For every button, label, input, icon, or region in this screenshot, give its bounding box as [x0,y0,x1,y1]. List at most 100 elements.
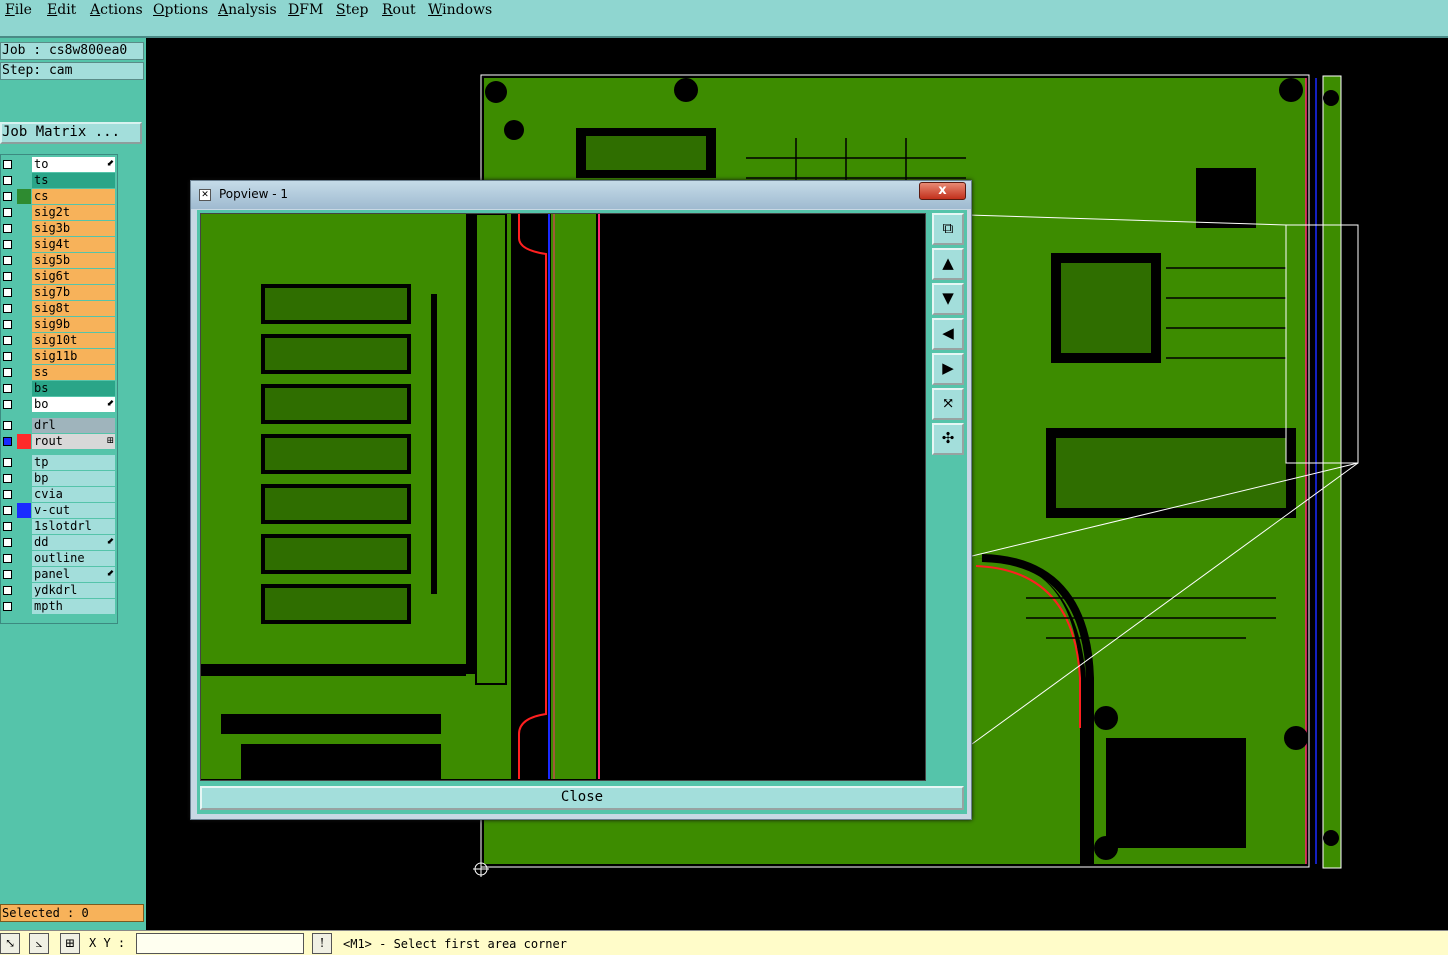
layer-name[interactable]: panel [32,567,115,582]
layer-checkbox[interactable] [3,586,12,595]
layer-color-swatch[interactable] [17,519,31,534]
layer-color-swatch[interactable] [17,221,31,236]
layer-checkbox[interactable] [3,554,12,563]
layer-row-dd[interactable]: dd ⬋ [1,535,117,550]
pan-right-icon[interactable]: ▶ [932,353,964,385]
layer-row-bo[interactable]: bo ⬋ [1,397,117,412]
xy-input[interactable] [136,933,304,954]
layer-name[interactable]: sig2t [32,205,115,220]
layer-color-swatch[interactable] [17,301,31,316]
zoom-area-icon[interactable]: ⤡ [0,933,20,954]
layer-name[interactable]: drl [32,418,115,433]
layer-checkbox[interactable] [3,602,12,611]
layer-name[interactable]: sig3b [32,221,115,236]
layer-name[interactable]: v-cut [32,503,115,518]
layer-row-ss[interactable]: ss [1,365,117,380]
layer-row-bp[interactable]: bp [1,471,117,486]
layer-checkbox[interactable] [3,474,12,483]
zoom-out-icon[interactable]: ✣ [932,423,964,455]
layer-name[interactable]: outline [32,551,115,566]
layer-color-swatch[interactable] [17,253,31,268]
layer-checkbox[interactable] [3,272,12,281]
layer-row-rout[interactable]: rout ⊞ [1,434,117,449]
layer-color-swatch[interactable] [17,157,31,172]
layer-checkbox[interactable] [3,458,12,467]
layer-checkbox[interactable] [3,208,12,217]
menu-rout[interactable]: Rout [382,2,416,18]
layer-checkbox[interactable] [3,522,12,531]
layer-checkbox[interactable] [3,384,12,393]
grid-icon[interactable]: ⊞ [60,933,80,954]
layer-name[interactable]: bo [32,397,115,412]
layer-checkbox[interactable] [3,160,12,169]
layer-name[interactable]: sig6t [32,269,115,284]
layer-color-swatch[interactable] [17,583,31,598]
layer-color-swatch[interactable] [17,418,31,433]
popview-viewport[interactable] [200,213,926,781]
layer-checkbox[interactable] [3,256,12,265]
layer-row-sig7b[interactable]: sig7b [1,285,117,300]
layer-row-ts[interactable]: ts [1,173,117,188]
layer-row-sig10t[interactable]: sig10t [1,333,117,348]
layer-name[interactable]: bp [32,471,115,486]
layer-name[interactable]: cs [32,189,115,204]
layer-row-sig2t[interactable]: sig2t [1,205,117,220]
measure-icon[interactable]: ⦣ [29,933,49,954]
layer-row-v-cut[interactable]: v-cut [1,503,117,518]
layer-color-swatch[interactable] [17,285,31,300]
layer-color-swatch[interactable] [17,237,31,252]
layer-color-swatch[interactable] [17,349,31,364]
layer-checkbox[interactable] [3,368,12,377]
zoom-home-icon[interactable]: ⧉ [932,213,964,245]
layer-row-cs[interactable]: cs [1,189,117,204]
layer-color-swatch[interactable] [17,365,31,380]
layer-checkbox[interactable] [3,352,12,361]
layer-name[interactable]: ts [32,173,115,188]
layer-row-sig8t[interactable]: sig8t [1,301,117,316]
close-icon[interactable]: x [919,182,966,200]
layer-row-sig4t[interactable]: sig4t [1,237,117,252]
layer-row-ydkdrl[interactable]: ydkdrl [1,583,117,598]
layer-name[interactable]: sig9b [32,317,115,332]
menu-actions[interactable]: Actions [90,2,143,18]
layer-row-sig5b[interactable]: sig5b [1,253,117,268]
alert-icon[interactable]: ! [312,933,332,954]
layer-color-swatch[interactable] [17,599,31,614]
layer-color-swatch[interactable] [17,455,31,470]
menu-options[interactable]: Options [153,2,208,18]
layer-color-swatch[interactable] [17,471,31,486]
layer-checkbox[interactable] [3,224,12,233]
menu-analysis[interactable]: Analysis [218,2,277,18]
layer-row-drl[interactable]: drl [1,418,117,433]
layer-checkbox[interactable] [3,304,12,313]
layer-name[interactable]: ydkdrl [32,583,115,598]
layer-row-sig6t[interactable]: sig6t [1,269,117,284]
layer-color-swatch[interactable] [17,567,31,582]
layer-color-swatch[interactable] [17,173,31,188]
layer-row-1slotdrl[interactable]: 1slotdrl [1,519,117,534]
layer-checkbox[interactable] [3,538,12,547]
layer-row-panel[interactable]: panel ⬋ [1,567,117,582]
pan-left-icon[interactable]: ◀ [932,318,964,350]
layer-checkbox[interactable] [3,570,12,579]
layer-row-tp[interactable]: tp [1,455,117,470]
menu-step[interactable]: Step [336,2,368,18]
layer-checkbox[interactable] [3,192,12,201]
layer-name[interactable]: dd [32,535,115,550]
layer-checkbox[interactable] [3,176,12,185]
layer-checkbox[interactable] [3,437,12,446]
layer-row-to[interactable]: to ⬋ [1,157,117,172]
layer-row-mpth[interactable]: mpth [1,599,117,614]
job-matrix-button[interactable]: Job Matrix ... [0,122,142,144]
menu-dfm[interactable]: DFM [288,2,323,18]
layer-name[interactable]: tp [32,455,115,470]
layer-row-sig11b[interactable]: sig11b [1,349,117,364]
layer-color-swatch[interactable] [17,381,31,396]
layer-row-sig3b[interactable]: sig3b [1,221,117,236]
layer-checkbox[interactable] [3,240,12,249]
layer-name[interactable]: sig10t [32,333,115,348]
layer-name[interactable]: sig4t [32,237,115,252]
layer-name[interactable]: sig8t [32,301,115,316]
layer-name[interactable]: bs [32,381,115,396]
layer-name[interactable]: sig11b [32,349,115,364]
